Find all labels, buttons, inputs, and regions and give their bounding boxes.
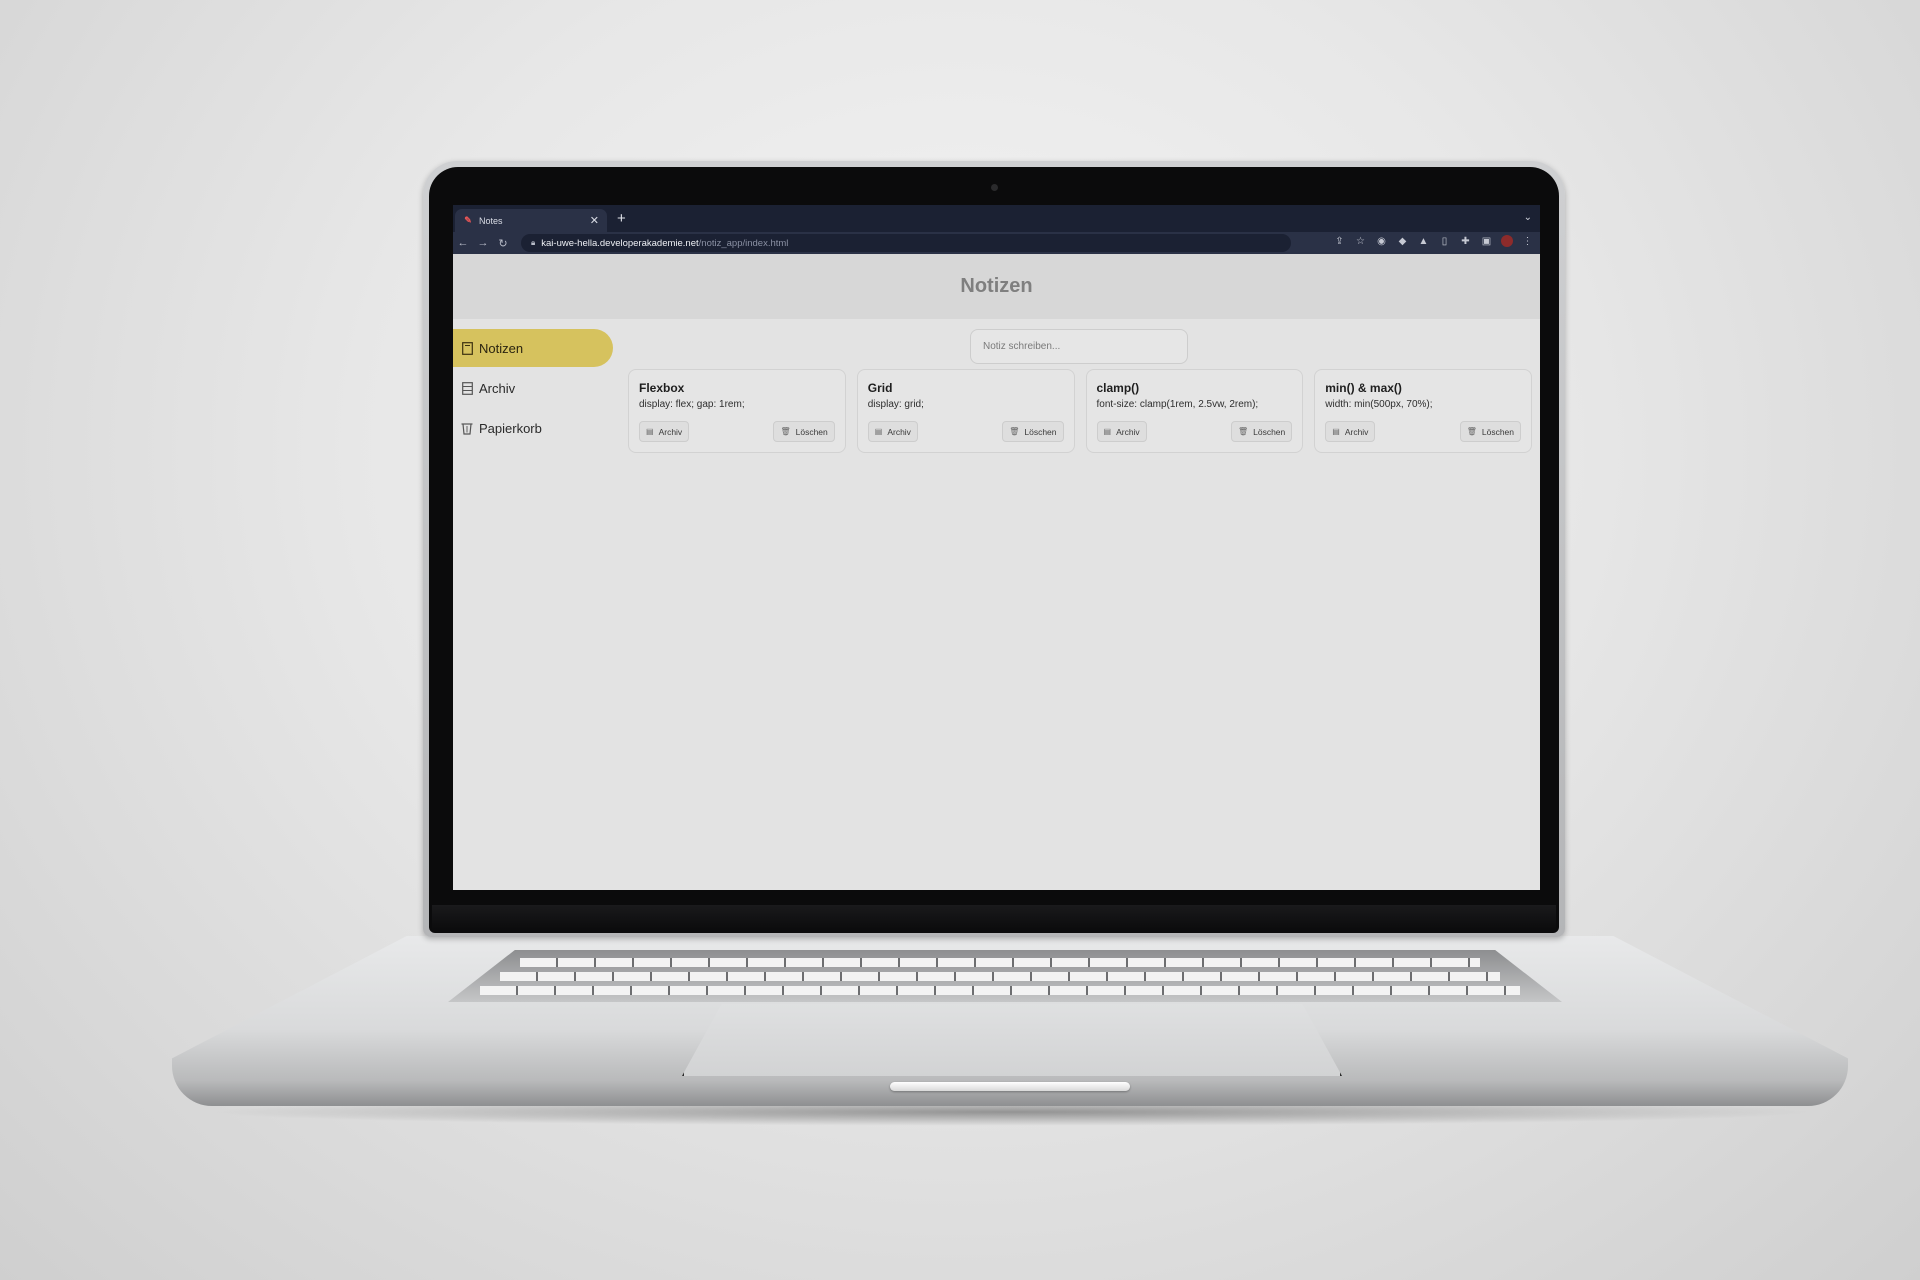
note-card[interactable]: Grid display: grid; ▤ Archiv 🗑︎ Löschen	[856, 369, 1075, 453]
sidebar-icon[interactable]: ▣	[1480, 236, 1493, 247]
keyboard-row	[480, 986, 1520, 995]
keyboard-row	[500, 972, 1500, 981]
reload-icon[interactable]: ↻	[493, 237, 513, 250]
note-title: min() & max()	[1325, 381, 1402, 395]
delete-button-label: Löschen	[1481, 426, 1514, 437]
note-card[interactable]: Flexbox display: flex; gap: 1rem; ▤ Archi…	[628, 369, 846, 453]
note-title: Grid	[867, 381, 893, 395]
bezel-bottom	[432, 905, 1556, 931]
sidebar-item-archiv[interactable]: Archiv	[453, 369, 613, 407]
toolbar-icons: ⇪ ☆ ◉ ◆ ▲ ▯ ✚ ▣ ⋮	[1333, 235, 1534, 247]
sidebar-item-label: Archiv	[479, 380, 516, 396]
puzzle-icon[interactable]: ✚	[1459, 236, 1472, 247]
extension-icon[interactable]: ▯	[1438, 236, 1451, 247]
address-bar[interactable]: 🔒︎ kai-uwe-hella.developerakademie.net/n…	[521, 234, 1291, 252]
delete-button[interactable]: 🗑︎ Löschen	[1002, 421, 1064, 442]
note-actions: ▤ Archiv 🗑︎ Löschen	[1096, 421, 1293, 442]
laptop-trackpad	[682, 1004, 1342, 1076]
delete-button[interactable]: 🗑︎ Löschen	[773, 421, 835, 442]
trash-icon: 🗑︎	[780, 427, 791, 436]
bookmark-star-icon[interactable]: ☆	[1354, 236, 1367, 247]
note-input[interactable]	[970, 329, 1188, 364]
sidebar-item-label: Notizen	[479, 340, 524, 356]
trash-icon: 🗑︎	[1466, 427, 1477, 436]
archive-icon: ▤	[874, 427, 883, 436]
delete-button-label: Löschen	[1253, 426, 1286, 437]
archive-icon: ▤	[1332, 427, 1340, 436]
sidebar-item-notizen[interactable]: Notizen	[453, 329, 613, 367]
archive-button[interactable]: ▤ Archiv	[867, 421, 918, 442]
extension-icon[interactable]: ◆	[1396, 236, 1409, 247]
page-title: Notizen	[960, 275, 1033, 297]
keyboard-row	[520, 958, 1480, 967]
trash-icon	[460, 421, 474, 435]
note-card[interactable]: min() & max() width: min(500px, 70%); ▤ A…	[1314, 369, 1532, 453]
share-icon[interactable]: ⇪	[1333, 236, 1346, 247]
trash-icon: 🗑︎	[1009, 427, 1020, 436]
notes-favicon-icon: ✎	[464, 215, 472, 225]
extension-icon[interactable]: ◉	[1375, 236, 1388, 247]
note-actions: ▤ Archiv 🗑︎ Löschen	[1325, 421, 1521, 442]
delete-button-label: Löschen	[795, 426, 828, 437]
note-text: display: grid;	[867, 399, 924, 410]
new-tab-button[interactable]: +	[617, 211, 626, 226]
archive-button-label: Archiv	[887, 426, 911, 437]
archive-button-label: Archiv	[1344, 426, 1369, 437]
note-text: width: min(500px, 70%);	[1325, 399, 1433, 410]
archive-button[interactable]: ▤ Archiv	[1325, 421, 1376, 442]
tab-close-icon[interactable]: ✕	[590, 214, 599, 227]
profile-avatar[interactable]	[1501, 235, 1513, 247]
app-header: Notizen	[453, 254, 1540, 319]
delete-button[interactable]: 🗑︎ Löschen	[1459, 421, 1521, 442]
notes-app: Notizen Notizen Archiv Papierkorb Notiz …	[453, 254, 1540, 890]
laptop-front-notch	[890, 1082, 1130, 1091]
note-text: font-size: clamp(1rem, 2.5vw, 2rem);	[1096, 399, 1259, 410]
url-path: /notiz_app/index.html	[698, 237, 789, 249]
archive-icon	[460, 381, 474, 395]
sidebar-item-papierkorb[interactable]: Papierkorb	[453, 409, 613, 447]
webcam	[991, 184, 998, 191]
sidebar-item-label: Papierkorb	[479, 420, 542, 436]
lock-icon: 🔒︎	[531, 238, 536, 247]
tab-search-chevron-icon[interactable]: ⌄	[1524, 212, 1532, 223]
browser-toolbar: ← → ↻ 🔒︎ kai-uwe-hella.developerakademie…	[453, 232, 1540, 254]
archive-button[interactable]: ▤ Archiv	[1096, 421, 1147, 442]
note-title: Flexbox	[639, 381, 685, 395]
notes-grid: Flexbox display: flex; gap: 1rem; ▤ Archi…	[628, 369, 1532, 453]
note-icon	[460, 341, 474, 355]
note-actions: ▤ Archiv 🗑︎ Löschen	[639, 421, 835, 442]
sidebar: Notizen Archiv Papierkorb	[453, 329, 613, 449]
delete-button[interactable]: 🗑︎ Löschen	[1230, 421, 1293, 442]
laptop-screen: ✎ Notes ✕ + ⌄ ← → ↻ 🔒︎ kai-uwe-hella.dev…	[453, 205, 1540, 890]
menu-kebab-icon[interactable]: ⋮	[1521, 236, 1534, 247]
archive-button[interactable]: ▤ Archiv	[639, 421, 690, 442]
note-title: clamp()	[1096, 381, 1140, 395]
archive-button-label: Archiv	[658, 426, 683, 437]
note-card[interactable]: clamp() font-size: clamp(1rem, 2.5vw, 2r…	[1085, 369, 1304, 453]
archive-icon: ▤	[646, 427, 654, 436]
forward-arrow-icon[interactable]: →	[473, 237, 493, 249]
browser-tabbar: ✎ Notes ✕ + ⌄	[453, 205, 1540, 232]
browser-tab[interactable]: ✎ Notes ✕	[455, 209, 607, 232]
delete-button-label: Löschen	[1024, 426, 1057, 437]
extension-icon[interactable]: ▲	[1417, 236, 1430, 247]
back-arrow-icon[interactable]: ←	[453, 237, 473, 249]
archive-button-label: Archiv	[1116, 426, 1140, 437]
archive-icon: ▤	[1103, 427, 1112, 436]
trash-icon: 🗑︎	[1237, 427, 1249, 436]
tab-title: Notes	[479, 215, 503, 226]
note-text: display: flex; gap: 1rem;	[639, 399, 745, 410]
note-actions: ▤ Archiv 🗑︎ Löschen	[867, 421, 1064, 442]
url-host: kai-uwe-hella.developerakademie.net	[541, 237, 699, 249]
